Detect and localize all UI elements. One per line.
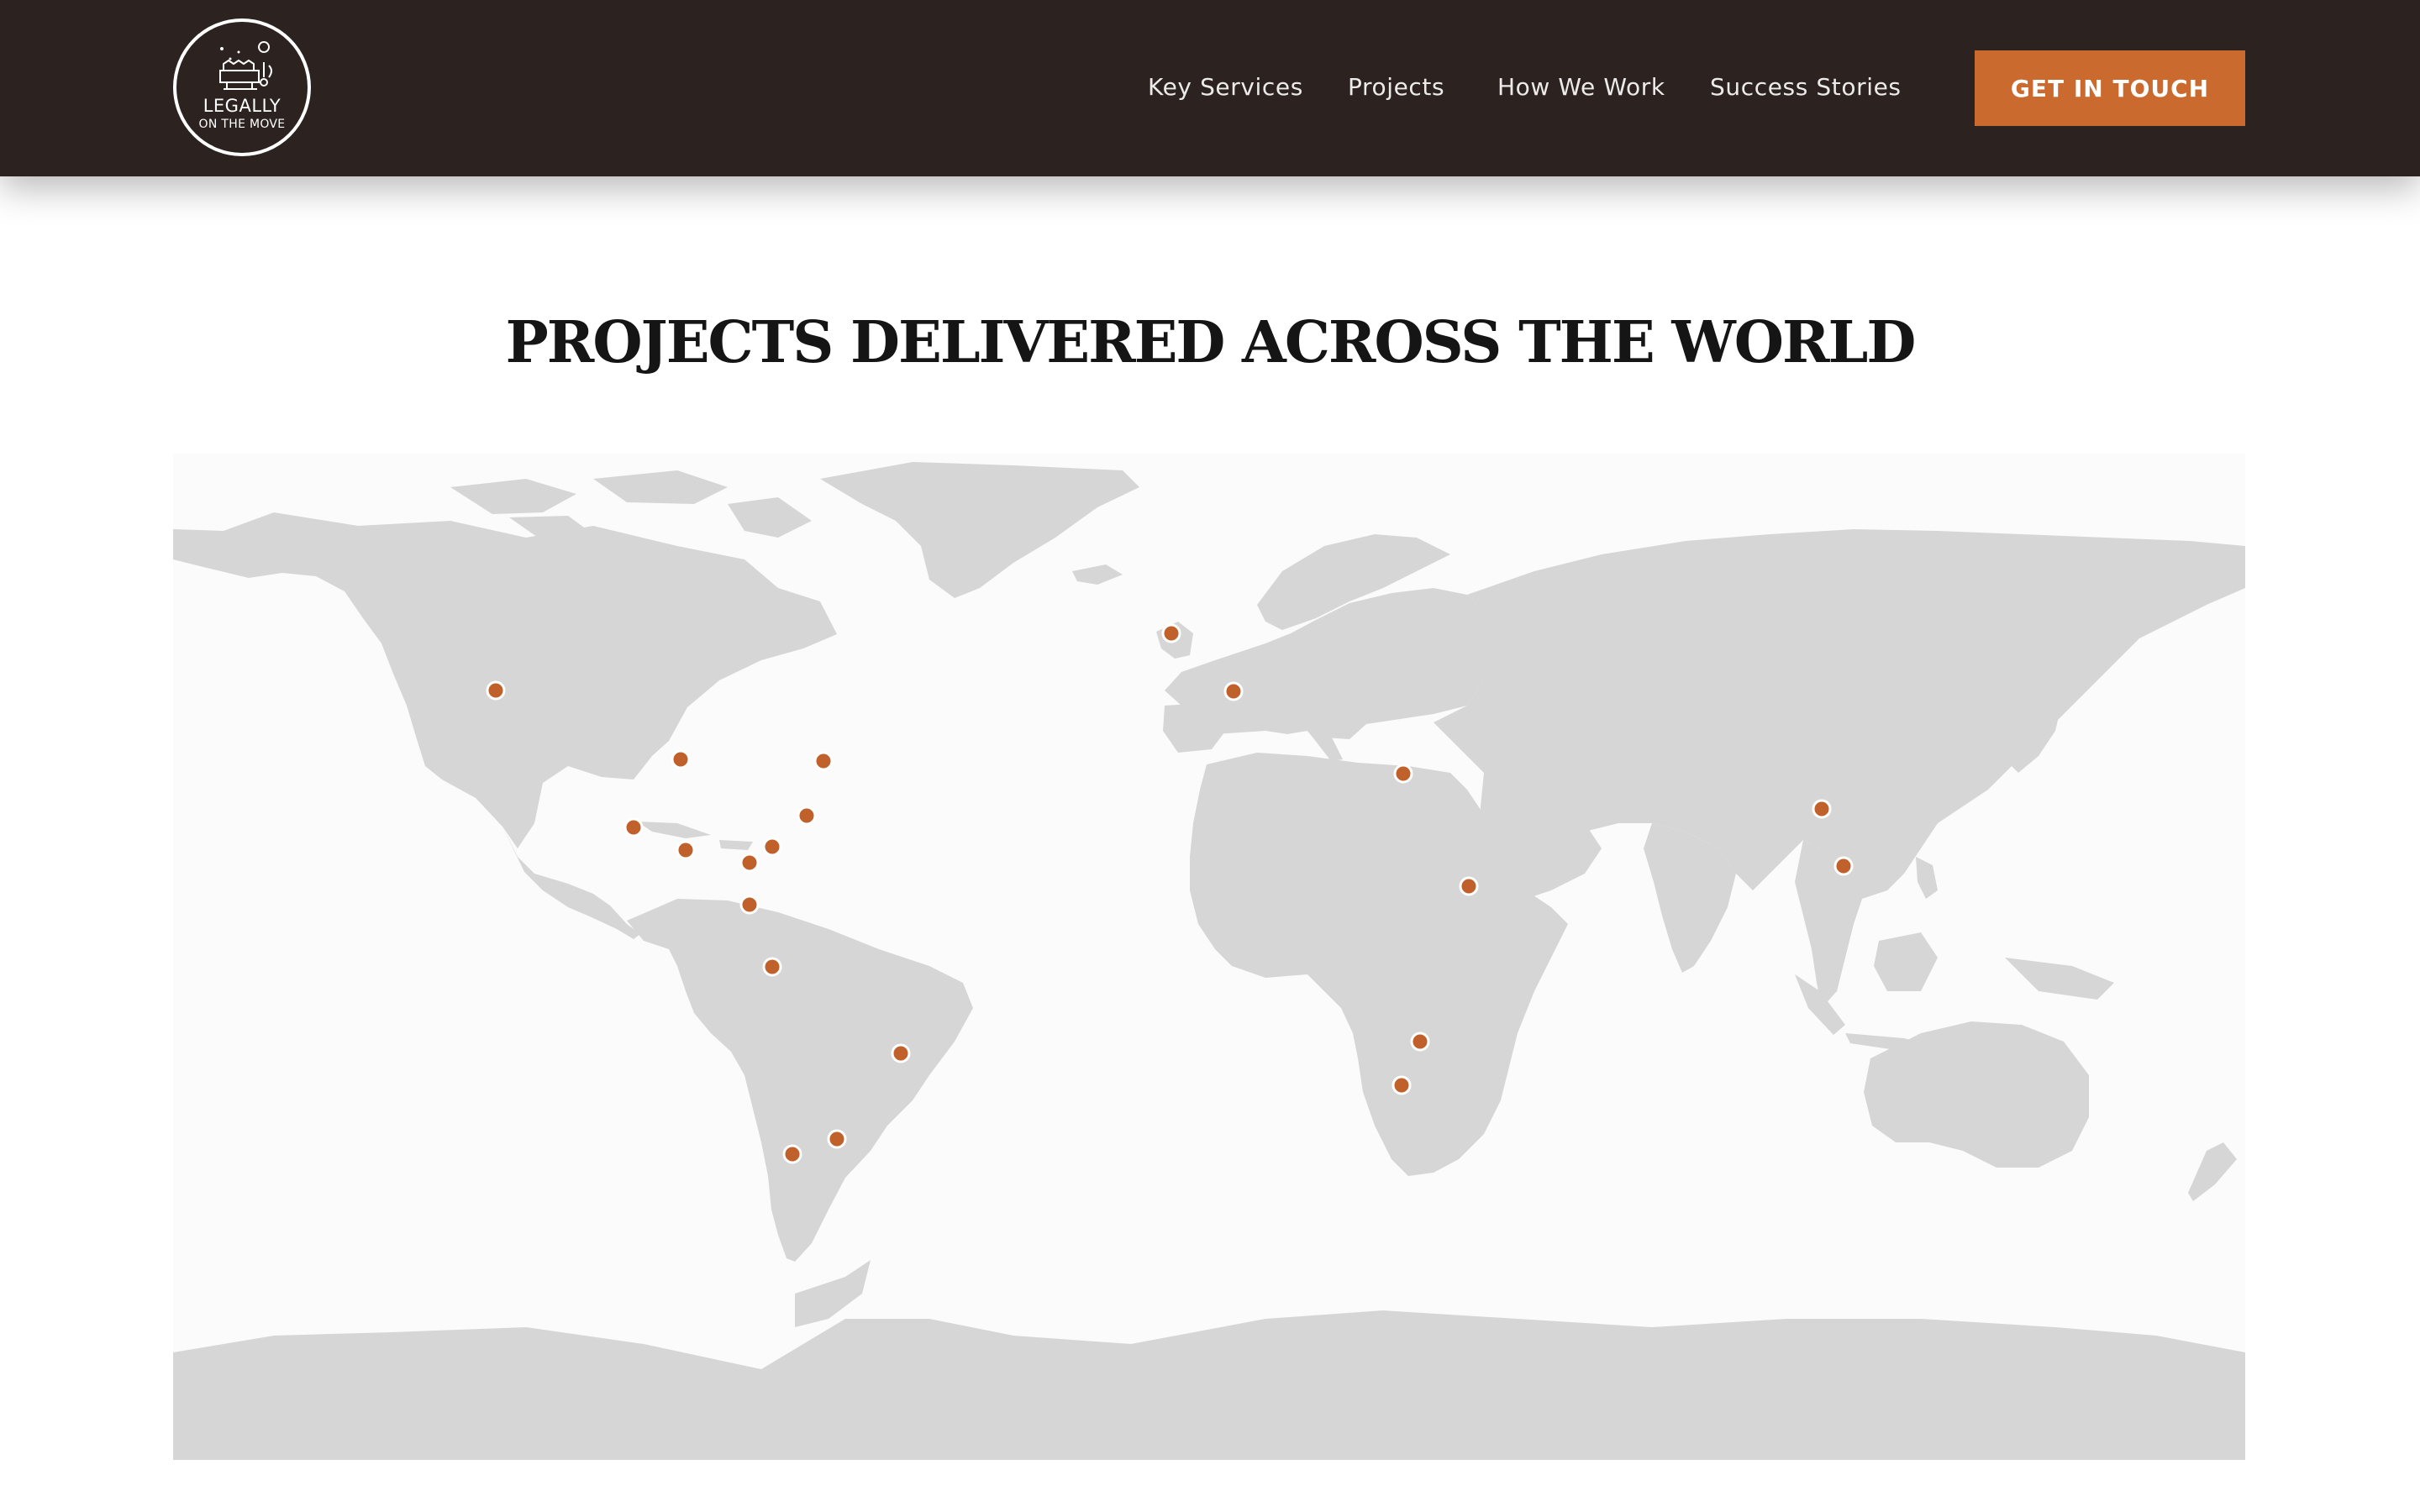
map-pin-icon[interactable] (1459, 876, 1479, 896)
new-zealand (2188, 1142, 2237, 1201)
map-pin-icon[interactable] (676, 840, 696, 860)
page-title: PROJECTS DELIVERED ACROSS THE WORLD (505, 309, 1917, 376)
map-pin-icon[interactable] (739, 895, 760, 915)
map-pin-icon[interactable] (1392, 1075, 1412, 1095)
hispaniola (719, 840, 753, 850)
map-pin-icon[interactable] (797, 806, 817, 826)
canadian-arctic-2 (593, 470, 728, 504)
map-pin-icon[interactable] (671, 749, 691, 769)
central-america (502, 827, 640, 939)
map-pin-icon[interactable] (486, 680, 506, 701)
world-map-graphic (173, 462, 2245, 1460)
south-america (627, 899, 973, 1262)
nav-success-stories[interactable]: Success Stories (1710, 69, 1902, 106)
land-masses (173, 462, 2245, 1460)
map-pin-icon[interactable] (1410, 1032, 1430, 1052)
map-pin-icon[interactable] (1223, 681, 1244, 701)
map-pin-icon[interactable] (782, 1144, 802, 1164)
logo-subtext: ON THE MOVE (198, 118, 286, 131)
world-map (173, 454, 2245, 1460)
cuba (637, 822, 711, 838)
canadian-arctic-4 (728, 497, 812, 538)
nav-key-services[interactable]: Key Services (1148, 69, 1303, 106)
new-guinea (2005, 958, 2114, 1000)
north-america (173, 512, 837, 848)
nav-projects[interactable]: Projects (1348, 69, 1444, 106)
map-pin-icon[interactable] (623, 817, 644, 837)
map-pin-icon[interactable] (1393, 764, 1413, 784)
site-header: LEGALLY ON THE MOVE Key Services Project… (0, 0, 2420, 176)
iceland (1072, 564, 1123, 585)
borneo (1874, 932, 1938, 991)
canadian-arctic (450, 479, 576, 514)
map-pin-icon[interactable] (1833, 856, 1854, 876)
philippines (1916, 857, 1938, 899)
get-in-touch-button[interactable]: GET IN TOUCH (1975, 50, 2245, 126)
antarctica (173, 1310, 2245, 1460)
nav-how-we-work[interactable]: How We Work (1497, 69, 1665, 106)
map-pin-icon[interactable] (813, 751, 834, 771)
map-pin-icon[interactable] (827, 1129, 847, 1149)
map-pin-icon[interactable] (762, 957, 782, 977)
map-pin-icon[interactable] (1161, 623, 1181, 643)
map-pin-icon[interactable] (762, 837, 782, 857)
antarctic-peninsula (795, 1260, 871, 1327)
map-pin-icon[interactable] (739, 853, 760, 873)
map-pin-icon[interactable] (1812, 799, 1832, 819)
map-pin-icon[interactable] (891, 1043, 911, 1063)
